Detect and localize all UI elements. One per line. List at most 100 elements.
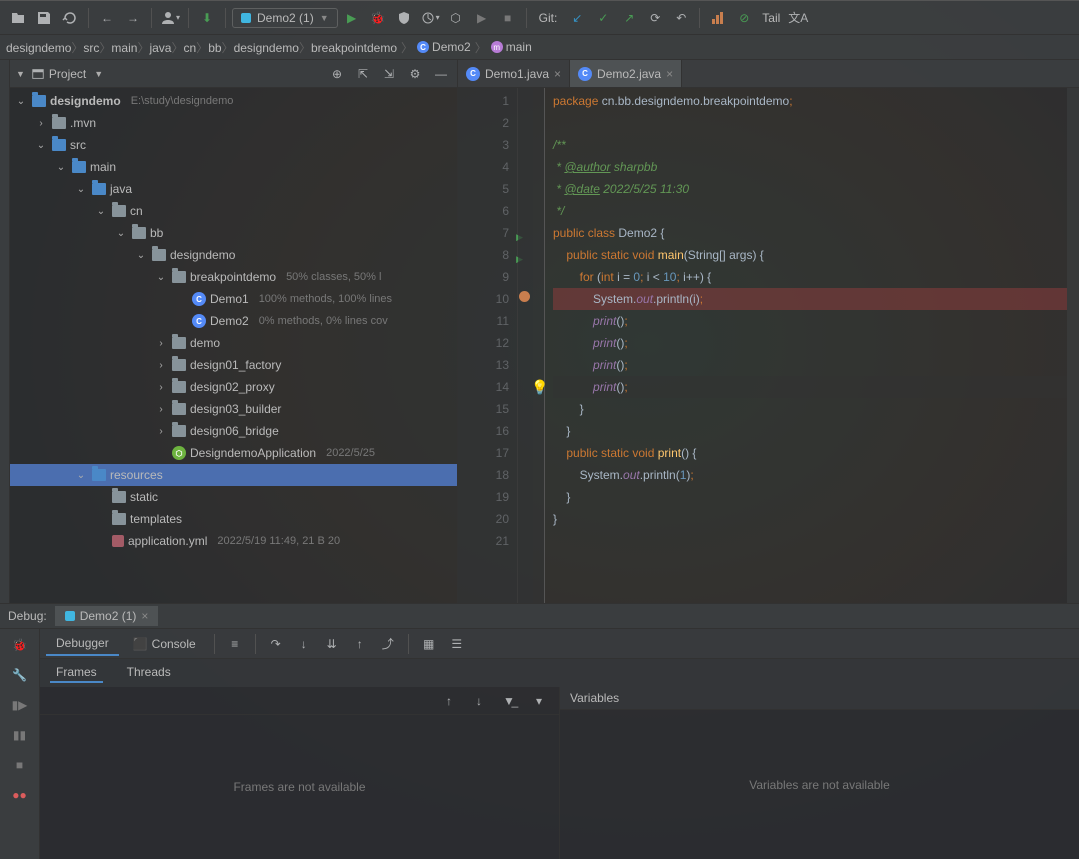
stop-icon[interactable]: ■ — [496, 6, 520, 30]
tree-item[interactable]: ⌄cn — [10, 200, 457, 222]
tree-item[interactable]: ›design03_builder — [10, 398, 457, 420]
stop-icon[interactable]: ■ — [8, 753, 32, 777]
line-gutter[interactable]: 1234567▶8▶9101112131415161718192021 — [458, 88, 518, 603]
code-line[interactable]: 💡 print(); — [553, 376, 1067, 398]
code-line[interactable]: package cn.bb.designdemo.breakpointdemo; — [553, 90, 1067, 112]
evaluate-icon[interactable]: ▦ — [417, 632, 441, 656]
tree-item[interactable]: CDemo20% methods, 0% lines cov — [10, 310, 457, 332]
project-view-selector[interactable]: Project ▼ — [31, 67, 103, 81]
crumb[interactable]: main — [111, 41, 137, 55]
code-line[interactable]: System.out.println(i); — [553, 288, 1067, 310]
tree-item[interactable]: ›design06_bridge — [10, 420, 457, 442]
code-line[interactable]: print(); — [553, 354, 1067, 376]
crumb[interactable]: src — [83, 41, 99, 55]
back-icon[interactable]: ← — [95, 6, 119, 30]
crumb[interactable]: breakpointdemo — [311, 41, 397, 55]
step-out-icon[interactable]: ↑ — [348, 632, 372, 656]
debugger-tab[interactable]: Debugger — [46, 632, 119, 656]
frames-tab[interactable]: Frames — [50, 663, 103, 683]
crumb[interactable]: bb — [208, 41, 221, 55]
crumb-method[interactable]: main — [506, 40, 532, 54]
code-line[interactable]: } — [553, 398, 1067, 420]
collapse-all-icon[interactable]: ⇲ — [379, 64, 399, 84]
step-over-icon[interactable]: ↷ — [264, 632, 288, 656]
code-line[interactable]: /** — [553, 134, 1067, 156]
code-line[interactable] — [553, 530, 1067, 552]
user-icon[interactable]: ▾ — [158, 6, 182, 30]
dropdown-icon[interactable]: ▾ — [527, 689, 551, 713]
tree-item[interactable]: ›demo — [10, 332, 457, 354]
prev-frame-icon[interactable]: ↑ — [437, 689, 461, 713]
modify-icon[interactable]: 🔧 — [8, 663, 32, 687]
locate-icon[interactable]: ⊕ — [327, 64, 347, 84]
refresh-icon[interactable] — [58, 6, 82, 30]
code-line[interactable]: * @author sharpbb — [553, 156, 1067, 178]
crumb[interactable]: designdemo — [6, 41, 71, 55]
breakpoint-gutter[interactable] — [518, 88, 533, 603]
tree-item[interactable]: ⌄resources — [10, 464, 457, 486]
tree-item[interactable]: ›.mvn — [10, 112, 457, 134]
code-line[interactable]: public static void main(String[] args) { — [553, 244, 1067, 266]
code-line[interactable]: */ — [553, 200, 1067, 222]
save-icon[interactable] — [32, 6, 56, 30]
tree-item[interactable]: ⌄designdemo — [10, 244, 457, 266]
tree-item[interactable]: ⌄src — [10, 134, 457, 156]
force-step-into-icon[interactable]: ⇊ — [320, 632, 344, 656]
editor-tab[interactable]: CDemo2.java× — [570, 60, 682, 87]
editor-scrollbar[interactable] — [1067, 88, 1079, 603]
left-tool-window-bar[interactable] — [0, 60, 10, 603]
crumb[interactable]: java — [149, 41, 171, 55]
crumb[interactable]: cn — [183, 41, 196, 55]
code-line[interactable]: public class Demo2 { — [553, 222, 1067, 244]
drop-frame-icon[interactable]: ⤴ — [376, 632, 400, 656]
close-icon[interactable]: × — [554, 67, 561, 81]
tree-item[interactable]: ⬡DesigndemoApplication2022/5/25 — [10, 442, 457, 464]
open-icon[interactable] — [6, 6, 30, 30]
run-last-icon[interactable]: ▶ — [470, 6, 494, 30]
hide-icon[interactable]: — — [431, 64, 451, 84]
code-line[interactable]: public static void print() { — [553, 442, 1067, 464]
fold-gutter[interactable] — [533, 88, 545, 603]
close-icon[interactable]: × — [141, 609, 148, 623]
crumb-class[interactable]: Demo2 — [432, 40, 471, 54]
code-line[interactable]: System.out.println(1); — [553, 464, 1067, 486]
code-line[interactable]: print(); — [553, 310, 1067, 332]
code-line[interactable] — [553, 112, 1067, 134]
project-tree[interactable]: ⌄ designdemo E:\study\designdemo ›.mvn⌄s… — [10, 88, 457, 603]
next-frame-icon[interactable]: ↓ — [467, 689, 491, 713]
code-line[interactable]: } — [553, 486, 1067, 508]
tree-item[interactable]: ›design01_factory — [10, 354, 457, 376]
vcs-rollback-icon[interactable]: ↶ — [669, 6, 693, 30]
intention-bulb-icon[interactable]: 💡 — [531, 376, 548, 398]
run-icon[interactable]: ▶ — [340, 6, 364, 30]
breakpoint-icon[interactable] — [519, 291, 530, 302]
tree-item[interactable]: ⌄java — [10, 178, 457, 200]
vcs-push-icon[interactable]: ↗ — [617, 6, 641, 30]
code-line[interactable]: for (int i = 0; i < 10; i++) { — [553, 266, 1067, 288]
block-icon[interactable]: ⊘ — [732, 6, 756, 30]
debug-run-tab[interactable]: Demo2 (1) × — [55, 606, 159, 626]
pause-icon[interactable]: ▮▮ — [8, 723, 32, 747]
threads-tab[interactable]: Threads — [121, 663, 177, 683]
view-breakpoints-icon[interactable]: ●● — [8, 783, 32, 807]
vcs-update-icon[interactable]: ↙ — [565, 6, 589, 30]
code-area[interactable]: package cn.bb.designdemo.breakpointdemo;… — [545, 88, 1067, 603]
console-tab[interactable]: ⬛Console — [123, 633, 206, 655]
profile-icon[interactable]: ▾ — [418, 6, 442, 30]
code-line[interactable]: print(); — [553, 332, 1067, 354]
translate-icon[interactable]: 文A — [786, 6, 810, 30]
expand-all-icon[interactable]: ⇱ — [353, 64, 373, 84]
code-line[interactable]: } — [553, 420, 1067, 442]
tree-item[interactable]: templates — [10, 508, 457, 530]
vcs-history-icon[interactable]: ⟳ — [643, 6, 667, 30]
filter-icon[interactable]: ▼̲ — [497, 689, 521, 713]
tree-item[interactable]: CDemo1100% methods, 100% lines — [10, 288, 457, 310]
step-into-icon[interactable]: ↓ — [292, 632, 316, 656]
settings-icon[interactable]: ⚙ — [405, 64, 425, 84]
close-icon[interactable]: × — [666, 67, 673, 81]
code-line[interactable]: } — [553, 508, 1067, 530]
tree-item[interactable]: application.yml2022/5/19 11:49, 21 B 20 — [10, 530, 457, 552]
crumb[interactable]: designdemo — [234, 41, 299, 55]
tree-item[interactable]: ›design02_proxy — [10, 376, 457, 398]
tree-item[interactable]: ⌄breakpointdemo50% classes, 50% l — [10, 266, 457, 288]
